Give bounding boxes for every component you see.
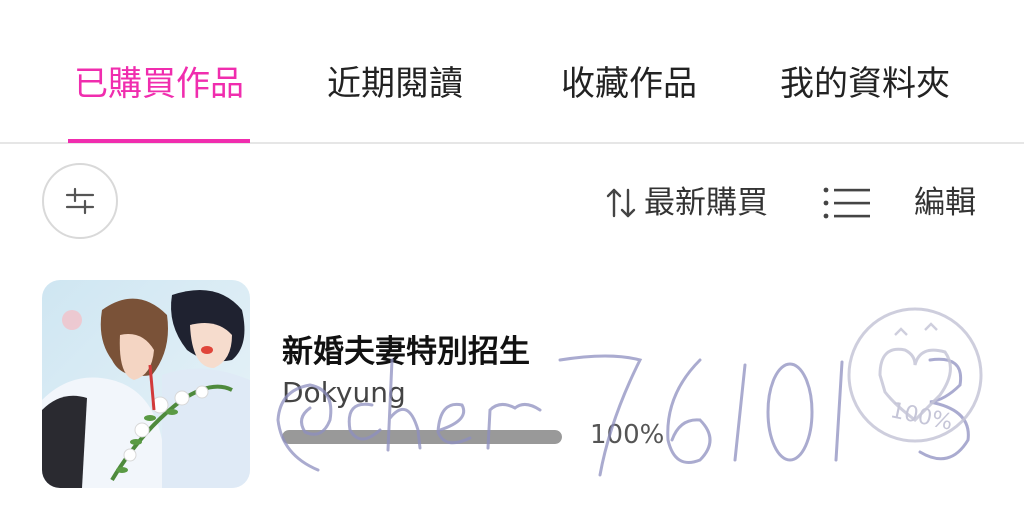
tab-bar: 已購買作品 近期閱讀 收藏作品 我的資料夾 xyxy=(0,0,1024,144)
tab-recent[interactable]: 近期閱讀 xyxy=(322,58,468,110)
sliders-icon xyxy=(65,187,95,215)
reading-progress-label: 100% xyxy=(590,420,665,450)
list-view-icon[interactable] xyxy=(822,186,870,220)
edit-button[interactable]: 編輯 xyxy=(914,178,976,228)
svg-text:100%: 100% xyxy=(888,398,955,436)
tab-my-folders[interactable]: 我的資料夾 xyxy=(774,58,956,110)
tab-purchased[interactable]: 已購買作品 xyxy=(68,58,250,110)
book-cover[interactable] xyxy=(42,280,250,488)
sort-arrows-icon[interactable] xyxy=(606,186,636,220)
cover-artwork xyxy=(42,280,250,488)
reading-progress-fill xyxy=(282,430,562,444)
reading-progress-bar xyxy=(282,430,562,444)
sort-button[interactable]: 最新購買 xyxy=(644,178,768,228)
active-tab-indicator xyxy=(68,139,250,143)
book-title[interactable]: 新婚夫妻特別招生 xyxy=(282,326,530,371)
filter-button[interactable] xyxy=(42,163,118,239)
tab-favorites[interactable]: 收藏作品 xyxy=(556,58,702,110)
book-author: Dokyung xyxy=(282,376,406,409)
